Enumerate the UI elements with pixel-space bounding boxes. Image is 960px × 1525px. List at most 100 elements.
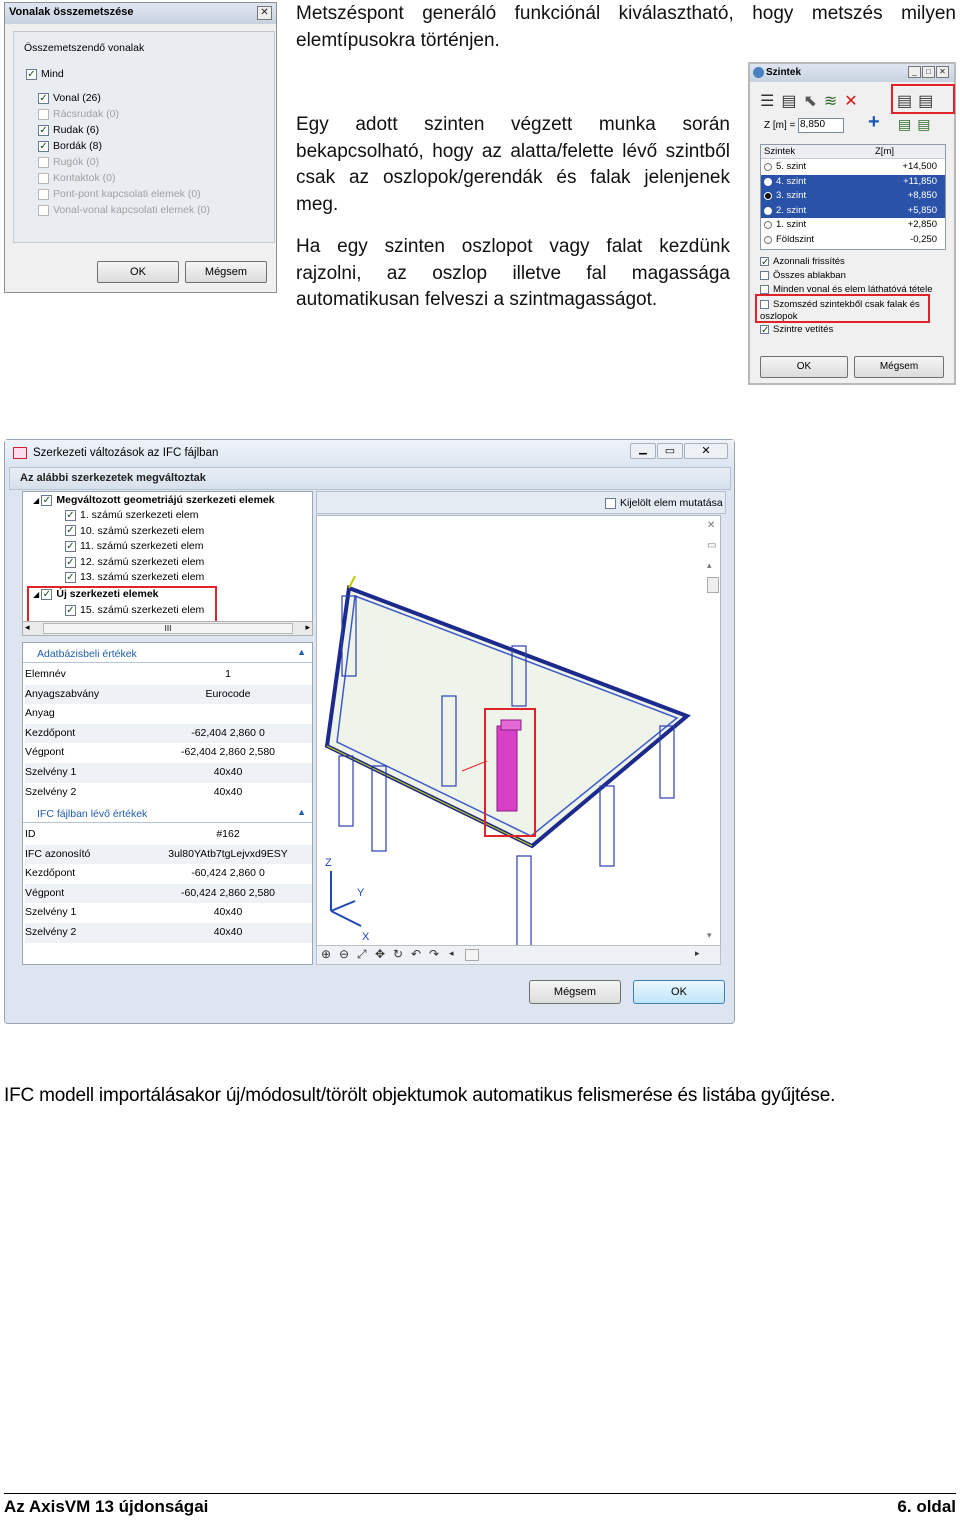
checkbox[interactable] [38,204,49,216]
fit-view-icon[interactable]: ⤢ [357,947,367,962]
3d-viewport[interactable]: Z Y X [316,515,721,956]
level-radio[interactable] [764,177,772,186]
line-type-option[interactable]: ✓ Vonal (26) [38,92,101,104]
checkbox[interactable] [38,172,49,184]
level-table-icon[interactable]: ▤ [781,93,803,110]
checkbox[interactable] [605,497,616,509]
opt-projection[interactable]: ✓ Szintre vetítés [760,324,833,335]
level-row[interactable]: 1. szint +2,850 [761,218,945,233]
checkbox[interactable]: ✓ [38,92,49,104]
tree-hscrollbar[interactable]: ◂ III ▸ [22,621,313,636]
checkbox[interactable]: ✓ [65,540,76,552]
tree-item[interactable]: ✓ 1. számú szerkezeti elem [65,509,198,521]
minimize-icon[interactable]: ▁ [630,443,656,459]
z-input[interactable]: 8,850 [798,118,844,133]
checkbox[interactable] [760,270,769,280]
pointer-icon[interactable]: ⬉ [803,93,823,110]
level-radio[interactable] [764,192,772,200]
checkbox[interactable]: ✓ [38,140,49,152]
zoom-out-icon[interactable]: ⊖ [339,947,349,961]
level-list-icon[interactable]: ☰ [760,93,781,110]
file-header[interactable]: IFC fájlban lévő értékek ▲ [23,805,312,823]
scroll-thumb[interactable] [465,949,479,961]
opt-instant-refresh[interactable]: ✓ Azonnali frissítés [760,256,845,267]
scroll-thumb[interactable] [707,577,719,593]
line-type-option[interactable]: Kontaktok (0) [38,172,115,184]
line-type-option[interactable]: ✓ Mind [26,68,64,80]
restore-view-icon[interactable]: ▭ [707,540,716,551]
scroll-up-icon[interactable]: ▴ [707,560,712,571]
scroll-down-icon[interactable]: ▾ [707,930,712,941]
close-view-icon[interactable]: ✕ [707,520,715,531]
checkbox[interactable] [760,284,769,294]
redo-view-icon[interactable]: ↷ [429,947,439,961]
line-type-option[interactable]: Rugók (0) [38,156,99,168]
scroll-left-icon[interactable]: ◂ [449,948,454,959]
tree-item[interactable]: ✓ 11. számú szerkezeti elem [65,540,204,552]
checkbox[interactable]: ✓ [65,572,76,584]
line-type-option[interactable]: ✓ Bordák (8) [38,140,102,152]
ok-button[interactable]: OK [760,356,848,378]
checkbox[interactable]: ✓ [65,556,76,568]
undo-view-icon[interactable]: ↶ [411,947,421,961]
db-header[interactable]: Adatbázisbeli értékek ▲ [23,645,312,663]
line-type-option[interactable]: ✓ Rudak (6) [38,124,99,136]
level-add-above-icon[interactable]: ▤ [898,116,917,132]
ok-button[interactable]: OK [97,261,179,283]
checkbox[interactable] [38,188,49,200]
close-icon[interactable]: ✕ [684,443,728,459]
level-z: -0,250 [910,233,937,245]
checkbox[interactable]: ✓ [65,509,76,521]
line-type-option[interactable]: Vonal-vonal kapcsolati elemek (0) [38,204,210,216]
checkbox[interactable] [38,156,49,168]
delete-icon[interactable]: ✕ [844,93,864,110]
scroll-right-icon[interactable]: ▸ [305,622,310,633]
level-row[interactable]: 4. szint +11,850 [761,174,945,189]
maximize-icon[interactable]: ▭ [657,443,683,459]
minimize-icon[interactable]: _ [908,66,921,78]
collapse-icon[interactable]: ▲ [297,807,306,817]
level-radio[interactable] [764,221,772,229]
level-radio[interactable] [764,206,772,215]
scroll-right-icon[interactable]: ▸ [695,948,700,959]
viewport-vscroll[interactable]: ✕ ▭ ▴ ▾ [707,520,721,940]
level-radio[interactable] [764,235,772,244]
opt-all-windows[interactable]: Összes ablakban [760,270,846,281]
cancel-button[interactable]: Mégsem [185,261,267,283]
checkbox[interactable]: ✓ [26,68,37,80]
ok-button[interactable]: OK [633,980,725,1004]
layers-icon[interactable]: ≋ [824,93,844,110]
level-add-below-icon[interactable]: ▤ [917,116,936,132]
checkbox[interactable]: ✓ [760,256,769,267]
scroll-left-icon[interactable]: ◂ [25,622,30,633]
level-radio[interactable] [764,163,772,171]
zoom-in-icon[interactable]: ⊕ [321,947,331,961]
tree-item[interactable]: ✓ 10. számú szerkezeti elem [65,525,204,537]
maximize-icon[interactable]: □ [922,66,935,78]
checkbox[interactable]: ✓ [760,324,769,335]
level-row[interactable]: 5. szint +14,500 [761,160,945,175]
rotate-icon[interactable]: ↻ [393,947,403,961]
checkbox[interactable] [38,108,49,120]
collapse-icon[interactable]: ▲ [297,647,306,657]
tree-item[interactable]: ✓ 12. számú szerkezeti elem [65,556,204,568]
scroll-thumb[interactable]: III [43,623,293,634]
close-icon[interactable]: ✕ [257,6,272,20]
cancel-button[interactable]: Mégsem [854,356,944,378]
pan-icon[interactable]: ✥ [375,947,385,961]
checkbox[interactable]: ✓ [65,525,76,537]
level-row[interactable]: 2. szint +5,850 [761,203,945,218]
level-row[interactable]: 3. szint +8,850 [761,189,945,204]
checkbox[interactable]: ✓ [41,494,53,506]
tree-item[interactable]: ✓ 13. számú szerkezeti elem [65,571,204,583]
add-icon[interactable]: + [868,111,880,134]
close-icon[interactable]: ✕ [936,66,949,78]
expand-icon[interactable]: ◢ [33,496,41,505]
line-type-option[interactable]: Rácsrudak (0) [38,108,119,120]
line-type-option[interactable]: Pont-pont kapcsolati elemek (0) [38,188,201,200]
tree-group-changed[interactable]: ◢ ✓ Megváltozott geometriájú szerkezeti e… [33,494,275,506]
checkbox[interactable]: ✓ [38,124,49,136]
show-selected-checkbox[interactable]: Kijelölt elem mutatása [605,497,723,509]
level-row[interactable]: Földszint -0,250 [761,233,945,248]
cancel-button[interactable]: Mégsem [529,980,621,1004]
